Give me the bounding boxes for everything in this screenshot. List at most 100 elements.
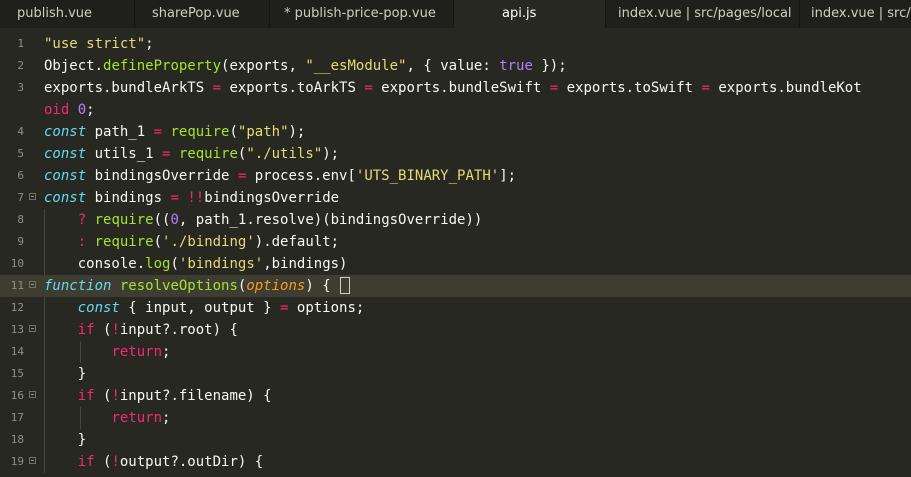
code-token: = <box>701 80 710 96</box>
indent-guide <box>44 297 45 319</box>
code-token: ); <box>288 124 306 140</box>
tab-publish-vue[interactable]: publish.vue <box>0 0 135 28</box>
fold-toggle-icon[interactable] <box>29 457 36 464</box>
line-number: 6 <box>17 169 24 182</box>
code-token: = <box>549 80 559 96</box>
code-token: exports.toArkTS <box>221 80 365 96</box>
code-token: require <box>94 212 154 228</box>
tab-bar: publish.vue sharePop.vue * publish-price-p… <box>0 0 911 28</box>
code-text: if (!input?.filename) { <box>44 385 272 407</box>
tab-publish-price-pop-vue[interactable]: * publish-price-pop.vue <box>270 0 454 28</box>
code-token: ,bindings) <box>263 256 348 272</box>
line-number: 5 <box>17 147 24 160</box>
code-token: true <box>499 58 533 74</box>
code-line[interactable]: 9 : require('./binding').default; <box>0 231 911 253</box>
code-token: (( <box>153 212 171 228</box>
code-line[interactable]: 8 ? require((0, path_1.resolve)(bindings… <box>0 209 911 231</box>
code-token: options <box>246 278 306 294</box>
code-line[interactable]: 18 } <box>0 429 911 451</box>
code-text: Object.defineProperty(exports, "__esModu… <box>44 55 567 77</box>
code-token: require <box>94 234 154 250</box>
code-token: bindingsOverride <box>204 190 340 206</box>
code-token: , path_1.resolve)(bindingsOverride)) <box>178 212 483 228</box>
code-text: return; <box>44 341 170 363</box>
line-number: 13 <box>10 323 24 336</box>
code-line[interactable]: 19 if (!output?.outDir) { <box>0 451 911 473</box>
indent-guide <box>44 253 45 275</box>
code-token: return <box>111 344 163 360</box>
code-text: function resolveOptions(options) { <box>44 275 331 297</box>
code-token: = <box>170 190 179 206</box>
code-line[interactable]: 1 "use strict"; <box>0 33 911 55</box>
code-line[interactable]: 12 const { input, output } = options; <box>0 297 911 319</box>
code-token: }); <box>532 58 567 74</box>
tab-sharepop-vue[interactable]: sharePop.vue <box>135 0 270 28</box>
code-line[interactable]: 13 if (!input?.root) { <box>0 319 911 341</box>
line-number: 17 <box>10 411 24 424</box>
code-line[interactable]: 10 console.log('bindings',bindings) <box>0 253 911 275</box>
code-line[interactable]: 2 Object.defineProperty(exports, "__esMod… <box>0 55 911 77</box>
code-token: ! <box>111 322 120 338</box>
code-text: if (!input?.root) { <box>44 319 238 341</box>
code-line[interactable]: 15 } <box>0 363 911 385</box>
code-token: = <box>212 80 222 96</box>
code-token: output?.outDir) { <box>119 454 264 470</box>
fold-toggle-icon[interactable] <box>29 281 36 288</box>
code-text: return; <box>44 407 170 429</box>
bracket-match-caret <box>340 277 350 294</box>
code-token: if <box>77 388 95 404</box>
code-line[interactable]: 3 exports.bundleArkTS = exports.toArkTS =… <box>0 77 911 99</box>
code-text: const bindingsOverride = process.env['UT… <box>44 165 516 187</box>
code-token: ); <box>322 146 340 162</box>
indent-guide <box>80 341 81 363</box>
code-line[interactable]: 4 const path_1 = require("path"); <box>0 121 911 143</box>
indent-guide <box>44 385 45 407</box>
code-line[interactable]: 7 const bindings = !!bindingsOverride <box>0 187 911 209</box>
code-token: exports.bundleSwift <box>372 80 550 96</box>
code-text: console.log('bindings',bindings) <box>44 253 348 275</box>
code-text: } <box>44 363 86 385</box>
code-token: resolveOptions <box>119 278 238 294</box>
code-token: : <box>77 234 87 250</box>
code-line[interactable]: 11 function resolveOptions(options) { <box>0 275 911 297</box>
code-token: ( <box>94 388 112 404</box>
code-token: return <box>111 410 163 426</box>
code-token: if <box>77 322 95 338</box>
tab-api-js[interactable]: api.js <box>454 0 606 28</box>
code-token: !! <box>187 190 205 206</box>
code-token: console. <box>44 256 146 272</box>
code-line[interactable]: 5 const utils_1 = require("./utils"); <box>0 143 911 165</box>
fold-toggle-icon[interactable] <box>29 391 36 398</box>
code-line[interactable]: 17 return; <box>0 407 911 429</box>
code-line[interactable]: 6 const bindingsOverride = process.env['U… <box>0 165 911 187</box>
code-token: 'bindings' <box>178 256 264 272</box>
tab-index-vue-src-pages-local[interactable]: index.vue | src/pages/local <box>606 0 800 28</box>
code-text: const bindings = !!bindingsOverride <box>44 187 339 209</box>
code-line[interactable]: 16 if (!input?.filename) { <box>0 385 911 407</box>
line-number: 4 <box>17 125 24 138</box>
code-token: const <box>44 190 87 206</box>
code-text: oid 0; <box>44 99 95 121</box>
fold-toggle-icon[interactable] <box>29 193 36 200</box>
tab-index-vue-src-pa[interactable]: index.vue | src/pa <box>800 0 911 28</box>
code-token: process.env[ <box>246 168 356 184</box>
code-token: ( <box>94 454 112 470</box>
line-number: 8 <box>17 213 24 226</box>
code-token: ! <box>111 454 120 470</box>
code-editor[interactable]: 1 "use strict"; 2 Object.defineProperty(exp… <box>0 33 911 473</box>
code-line[interactable]: 14 return; <box>0 341 911 363</box>
code-token: "./utils" <box>246 146 323 162</box>
code-token: const <box>44 124 87 140</box>
code-line[interactable]: oid 0; <box>0 99 911 121</box>
code-text: if (!output?.outDir) { <box>44 451 263 473</box>
line-number: 19 <box>10 455 24 468</box>
code-token: input?.filename) { <box>119 388 272 404</box>
code-token: defineProperty <box>103 58 222 74</box>
code-token: ]; <box>499 168 517 184</box>
fold-toggle-icon[interactable] <box>29 325 36 332</box>
code-token: } <box>44 366 87 382</box>
code-token: const <box>44 168 87 184</box>
